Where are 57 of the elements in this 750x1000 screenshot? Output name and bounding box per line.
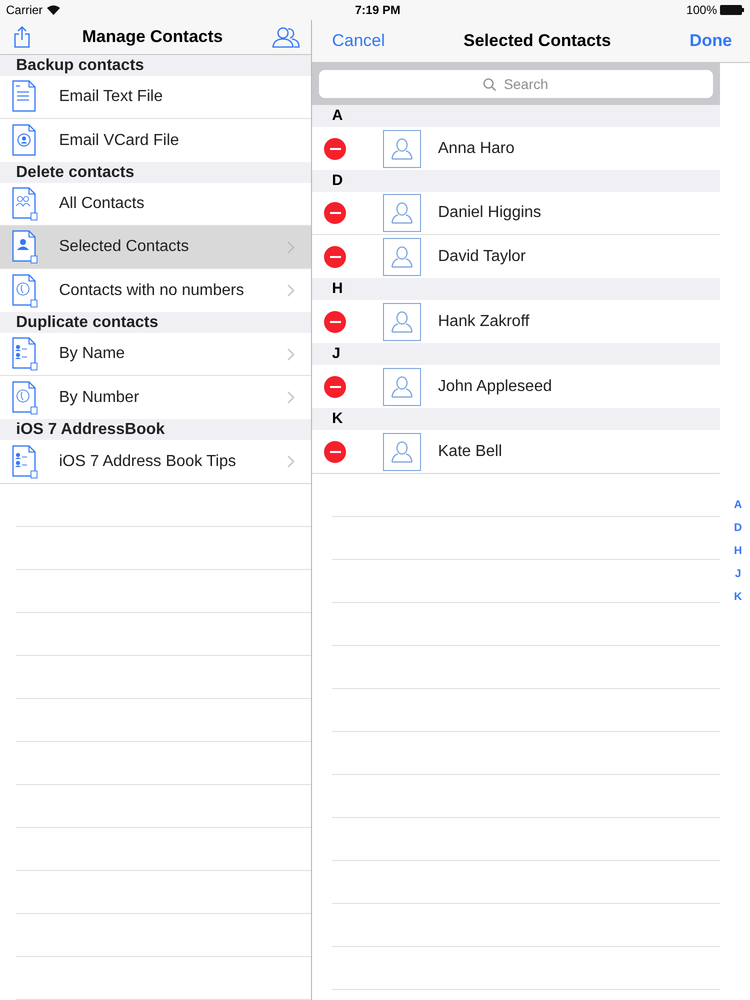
- nav-title: Selected Contacts: [464, 30, 611, 52]
- chevron-icon: [287, 348, 295, 360]
- search-icon: [483, 78, 496, 91]
- index-letter[interactable]: J: [734, 567, 742, 581]
- section-letter: J: [332, 344, 340, 364]
- chevron-icon: [287, 391, 295, 404]
- carrier-label: Carrier: [6, 2, 43, 19]
- index-letter[interactable]: K: [734, 590, 742, 604]
- section-letter: D: [332, 170, 343, 191]
- file-icon: [11, 187, 39, 221]
- file-icon: [11, 230, 39, 264]
- contact-photo-icon: [383, 302, 421, 340]
- file-icon: [11, 380, 39, 414]
- chevron-icon: [287, 240, 295, 254]
- search-field[interactable]: Search: [319, 70, 713, 98]
- remove-button[interactable]: [324, 440, 346, 462]
- menu-item[interactable]: Selected Contacts: [0, 226, 311, 269]
- chevron-icon: [287, 455, 295, 468]
- contact-photo-icon: [383, 238, 421, 276]
- section-letter: K: [332, 408, 343, 429]
- contact-photo-icon: [383, 130, 421, 168]
- clock: 7:19 PM: [355, 2, 400, 19]
- contact-name: Kate Bell: [438, 442, 502, 462]
- contact-photo-icon: [383, 194, 421, 232]
- section-header: Delete contacts: [16, 163, 134, 183]
- section-letter: H: [332, 278, 343, 299]
- index-letter[interactable]: D: [734, 521, 742, 535]
- share-icon: [14, 26, 30, 48]
- file-icon: [11, 274, 39, 308]
- contact-name: Hank Zakroff: [438, 312, 530, 332]
- index-letter[interactable]: H: [734, 544, 742, 558]
- contact-photo-icon: [383, 368, 421, 406]
- contact-name: Daniel Higgins: [438, 203, 542, 223]
- battery-icon: [720, 5, 744, 15]
- remove-button[interactable]: [324, 246, 346, 268]
- section-header: iOS 7 AddressBook: [16, 420, 165, 440]
- done-button[interactable]: Done: [690, 28, 732, 54]
- remove-button[interactable]: [324, 376, 346, 398]
- people-icon: [272, 25, 300, 49]
- section-header: Backup contacts: [16, 56, 144, 76]
- battery-percent: 100%: [686, 2, 717, 19]
- contact-photo-icon: [383, 432, 421, 470]
- remove-button[interactable]: [324, 202, 346, 224]
- cancel-button[interactable]: Cancel: [332, 28, 385, 54]
- wifi-icon: [46, 5, 60, 15]
- contact-name: David Taylor: [438, 246, 526, 266]
- nav-title: Manage Contacts: [82, 26, 223, 48]
- file-icon: [11, 444, 39, 478]
- chevron-icon: [287, 284, 295, 297]
- section-header: Duplicate contacts: [16, 313, 158, 333]
- remove-button[interactable]: [324, 138, 346, 160]
- section-letter: A: [332, 106, 343, 126]
- contact-name: John Appleseed: [438, 376, 552, 396]
- file-icon: [11, 337, 39, 371]
- index-letter[interactable]: A: [734, 498, 742, 512]
- remove-button[interactable]: [324, 310, 346, 332]
- contact-name: Anna Haro: [438, 138, 514, 158]
